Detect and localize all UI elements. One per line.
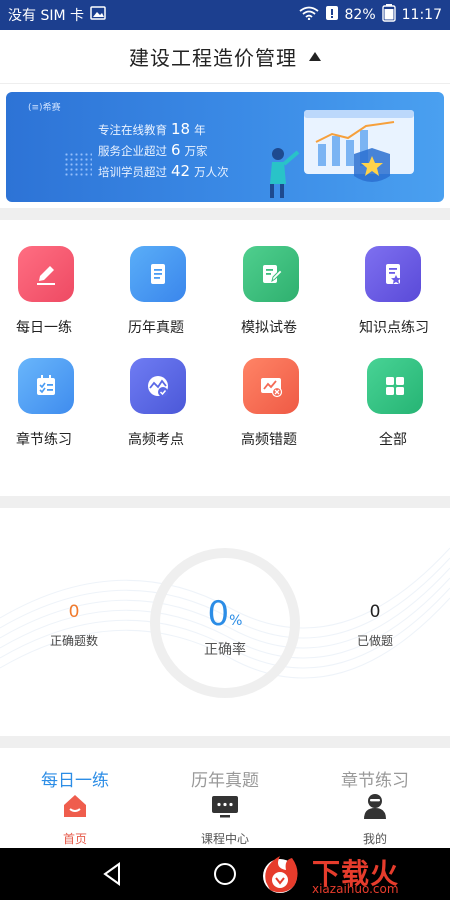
star-document-icon: [365, 246, 421, 302]
correct-count-label: 正确题数: [49, 634, 98, 648]
feature-mock-exams[interactable]: 模拟试卷: [241, 246, 301, 337]
battery-percent: 82%: [344, 7, 376, 23]
feature-label: 每日一练: [16, 320, 72, 336]
target-check-icon: [130, 358, 186, 414]
feature-label: 章节练习: [16, 432, 72, 448]
quick-tab-chapter[interactable]: 章节练习: [300, 766, 450, 791]
system-nav-bar: 下载火 xiazaihuo.com: [0, 848, 450, 900]
clock: 11:17: [401, 7, 442, 23]
watermark: 下载火 xiazaihuo.com: [254, 852, 444, 896]
accuracy-number: 0: [207, 594, 230, 634]
watermark-logo: [263, 856, 298, 893]
banner-line2-unit: 万家: [184, 144, 208, 158]
feature-all[interactable]: 全部: [365, 358, 425, 449]
accuracy-label: 正确率: [204, 642, 246, 658]
brand-logo: (≡)希赛: [28, 103, 61, 113]
grid-icon: [367, 358, 423, 414]
status-bar: 没有 SIM 卡 82% 11:17: [0, 0, 450, 30]
back-icon[interactable]: [101, 862, 123, 890]
banner-companies-value: 6: [171, 141, 181, 159]
nav-profile-label: 我的: [362, 832, 387, 846]
bottom-nav: 每日一练 历年真题 章节练习 首页 课程中心 我的: [0, 748, 450, 848]
nav-profile[interactable]: 我的: [300, 790, 450, 847]
feature-label: 全部: [379, 432, 407, 448]
profile-icon: [300, 790, 450, 822]
carrier-text: 没有 SIM 卡: [8, 8, 84, 24]
feature-label: 高频考点: [128, 432, 184, 448]
checklist-icon: [18, 358, 74, 414]
banner-students-value: 42: [171, 162, 191, 180]
banner-years-value: 18: [171, 120, 191, 138]
page-title: 建设工程造价管理: [129, 46, 297, 70]
nav-course-center[interactable]: 课程中心: [150, 790, 300, 847]
quick-tab-daily[interactable]: 每日一练: [0, 766, 150, 791]
promo-banner[interactable]: (≡)希赛 专注在线教育 18 年 服务企业超过 6 万家 培训学员超过 42 万人次: [6, 92, 444, 202]
watermark-url: xiazaihuo.com: [312, 882, 399, 896]
edit-paper-icon: [243, 246, 299, 302]
feature-label: 历年真题: [128, 320, 184, 336]
practice-stats: 0% 正确率 0 正确题数 0 已做题: [0, 508, 450, 736]
alert-icon: [325, 5, 339, 25]
section-divider: [0, 496, 450, 508]
banner-line1-text: 专注在线教育: [98, 123, 167, 137]
banner-line3-unit: 万人次: [194, 165, 229, 179]
dot-pattern: [64, 152, 92, 178]
nav-course-label: 课程中心: [200, 832, 249, 846]
image-icon: [90, 6, 106, 24]
nav-home-label: 首页: [62, 832, 87, 846]
pencil-icon: [18, 246, 74, 302]
correct-count-value: 0: [68, 602, 80, 622]
quick-tab-past-exams[interactable]: 历年真题: [150, 766, 300, 791]
feature-grid: 每日一练 历年真题 模拟试卷 知识点练习 章节练习 高频考点 高频错题 全部: [0, 222, 450, 496]
caret-up-icon: [309, 52, 321, 61]
feature-label: 高频错题: [241, 432, 297, 448]
feature-daily-practice[interactable]: 每日一练: [16, 246, 76, 337]
banner-line2-text: 服务企业超过: [98, 144, 167, 158]
banner-line3-text: 培训学员超过: [98, 165, 167, 179]
wifi-icon: [298, 6, 319, 24]
done-count-label: 已做题: [356, 634, 393, 648]
done-count-stat: 0 已做题: [330, 602, 420, 649]
done-count-value: 0: [369, 602, 381, 622]
feature-past-exams[interactable]: 历年真题: [128, 246, 188, 337]
feature-hot-mistakes[interactable]: 高频错题: [241, 358, 301, 449]
banner-text: 专注在线教育 18 年 服务企业超过 6 万家 培训学员超过 42 万人次: [98, 119, 229, 182]
chart-error-icon: [243, 358, 299, 414]
home-button-icon[interactable]: [213, 862, 237, 890]
feature-chapter-practice[interactable]: 章节练习: [16, 358, 76, 449]
accuracy-unit: %: [229, 613, 243, 629]
course-selector[interactable]: 建设工程造价管理: [0, 30, 450, 84]
home-icon: [0, 790, 150, 822]
nav-home[interactable]: 首页: [0, 790, 150, 847]
battery-icon: [381, 4, 396, 26]
banner-line1-unit: 年: [194, 123, 206, 137]
document-icon: [130, 246, 186, 302]
feature-hot-topics[interactable]: 高频考点: [128, 358, 188, 449]
section-divider: [0, 208, 450, 220]
correct-count-stat: 0 正确题数: [29, 602, 119, 649]
banner-illustration: [270, 110, 414, 198]
feature-knowledge-practice[interactable]: 知识点练习: [359, 246, 439, 337]
accuracy-value: 0%: [150, 594, 300, 634]
course-icon: [150, 790, 300, 822]
feature-label: 模拟试卷: [241, 320, 297, 336]
feature-label: 知识点练习: [359, 320, 429, 336]
section-divider: [0, 736, 450, 748]
